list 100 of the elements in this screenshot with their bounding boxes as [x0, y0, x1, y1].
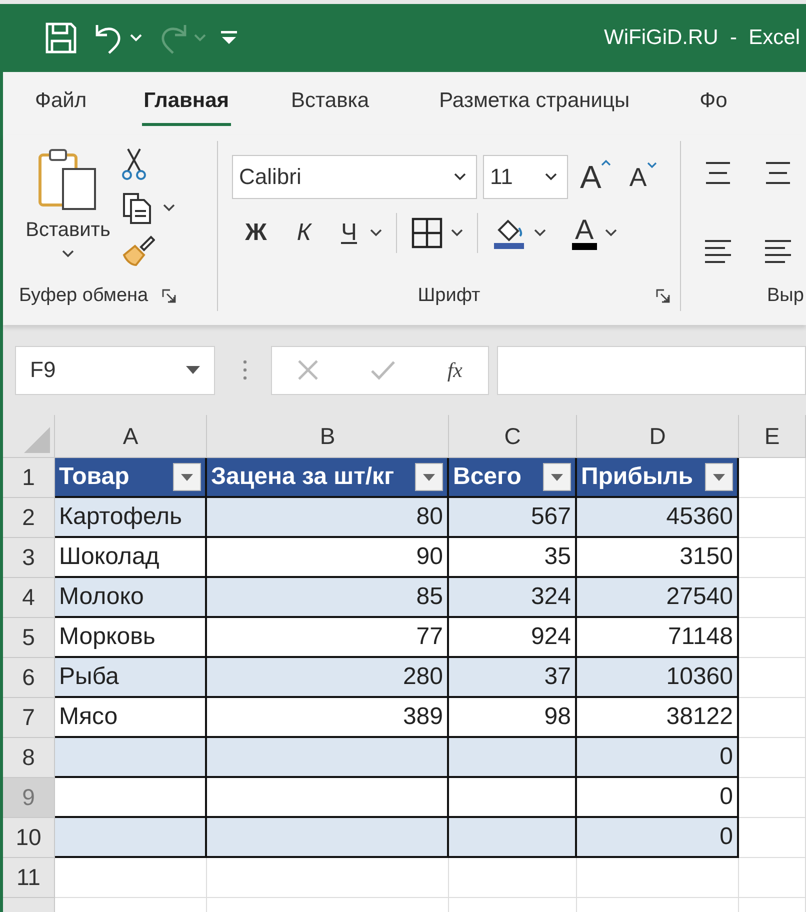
table-cell: 37: [449, 658, 577, 698]
table-cell: 0: [577, 778, 739, 818]
align-icon: [763, 239, 793, 263]
paste-button[interactable]: Вставить: [15, 141, 121, 281]
row-header[interactable]: 5: [3, 618, 55, 658]
caret-icon: [551, 474, 563, 480]
launcher-icon[interactable]: [162, 289, 176, 303]
table-cell: Картофель: [55, 498, 207, 538]
table-header-cell[interactable]: Всего: [449, 458, 577, 498]
caret-icon: [534, 229, 546, 237]
table-cell: 77: [207, 618, 449, 658]
name-box[interactable]: F9: [15, 346, 215, 394]
ribbon-tab[interactable]: Главная: [142, 81, 232, 126]
formula-input[interactable]: [497, 346, 806, 394]
filter-button[interactable]: [173, 463, 201, 491]
caret-icon: [604, 229, 617, 237]
row-header[interactable]: 8: [3, 738, 55, 778]
table-cell: Шоколад: [55, 538, 207, 578]
underline-button[interactable]: Ч: [328, 219, 370, 247]
table-cell: 98: [449, 698, 577, 738]
caret-icon: [370, 229, 382, 237]
group-label: Буфер обмена: [19, 285, 148, 307]
row-header[interactable]: 1: [3, 458, 55, 498]
table-cell: 90: [207, 538, 449, 578]
table-cell: 0: [577, 818, 739, 858]
italic-button[interactable]: К: [280, 219, 328, 247]
clipboard-icon: [37, 147, 99, 211]
table-cell: Морковь: [55, 618, 207, 658]
table-cell: 280: [207, 658, 449, 698]
align-icon: [703, 161, 733, 185]
row-header[interactable]: 10: [3, 818, 55, 858]
caret-icon: [186, 366, 200, 374]
column-header[interactable]: A: [55, 415, 207, 458]
table-cell: 71148: [577, 618, 739, 658]
table-cell: 924: [449, 618, 577, 658]
table-cell: 3150: [577, 538, 739, 578]
caret-icon: [545, 173, 557, 181]
table-cell: Молоко: [55, 578, 207, 618]
grid-icon: [411, 217, 443, 249]
launcher-icon[interactable]: [656, 289, 670, 303]
align-icon: [763, 161, 793, 185]
toolbar-button[interactable]: [44, 21, 78, 55]
borders-button[interactable]: [411, 217, 463, 249]
ribbon-tab[interactable]: Фо: [698, 81, 730, 126]
dots-icon: [243, 359, 247, 381]
shrink-font-button[interactable]: A: [629, 162, 657, 192]
check-icon[interactable]: [370, 359, 396, 381]
table-cell: Рыба: [55, 658, 207, 698]
table-header-cell[interactable]: Прибыль: [577, 458, 739, 498]
grow-font-button[interactable]: A: [580, 158, 612, 196]
toolbar-button[interactable]: [220, 30, 238, 46]
table-header-cell[interactable]: Зацена за шт/кг: [207, 458, 449, 498]
filter-button[interactable]: [705, 463, 733, 491]
caret-icon: [451, 229, 463, 237]
insert-function-button[interactable]: fx: [447, 358, 462, 382]
ribbon-tab[interactable]: Вставка: [289, 81, 372, 126]
caret-icon: [181, 474, 193, 480]
row-header[interactable]: 3: [3, 538, 55, 578]
table-cell: 389: [207, 698, 449, 738]
row-header[interactable]: 7: [3, 698, 55, 738]
table-cell: 567: [449, 498, 577, 538]
bold-button[interactable]: Ж: [232, 219, 280, 247]
table-cell: Мясо: [55, 698, 207, 738]
window-title: WiFiGiD.RU - Excel: [604, 26, 800, 50]
align-icon: [703, 239, 733, 263]
copy-button[interactable]: [121, 191, 175, 225]
column-header[interactable]: C: [449, 415, 577, 458]
font-color-button[interactable]: A: [572, 216, 617, 250]
table-cell: 10360: [577, 658, 739, 698]
caret-icon: [713, 474, 725, 480]
caret-icon: [454, 173, 466, 181]
row-header[interactable]: 11: [3, 858, 55, 898]
caret-icon: [646, 162, 657, 168]
customize-icon: [220, 30, 238, 46]
ribbon-tab[interactable]: Разметка страницы: [437, 81, 632, 126]
table-cell: 85: [207, 578, 449, 618]
table-cell: 0: [577, 738, 739, 778]
row-header[interactable]: 2: [3, 498, 55, 538]
triangle-icon: [24, 427, 50, 453]
ribbon-tab[interactable]: Файл: [33, 81, 89, 126]
group-label: Выр: [767, 285, 804, 307]
save-icon: [44, 21, 78, 55]
table-cell: 80: [207, 498, 449, 538]
column-header[interactable]: D: [577, 415, 739, 458]
caret-up-icon: [601, 158, 612, 166]
caret-icon: [62, 250, 74, 258]
font-name-field[interactable]: Calibri: [232, 155, 477, 199]
table-cell: 27540: [577, 578, 739, 618]
caret-icon: [163, 204, 175, 212]
table-cell: 45360: [577, 498, 739, 538]
caret-icon: [423, 474, 435, 480]
filter-button[interactable]: [415, 463, 443, 491]
font-size-field[interactable]: 11: [483, 155, 568, 199]
row-header[interactable]: 6: [3, 658, 55, 698]
empty-cell: [739, 858, 806, 898]
column-header[interactable]: E: [739, 415, 806, 458]
row-header[interactable]: 4: [3, 578, 55, 618]
column-header[interactable]: B: [207, 415, 449, 458]
filter-button[interactable]: [543, 463, 571, 491]
table-header-cell[interactable]: Товар: [55, 458, 207, 498]
